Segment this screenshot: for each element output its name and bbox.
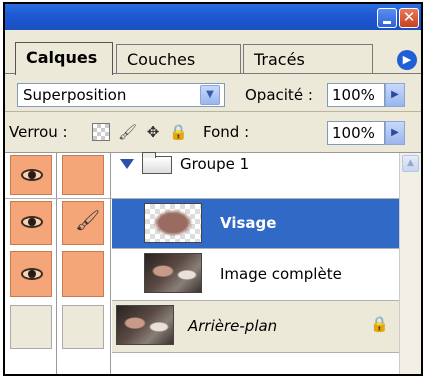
layers-scrollbar[interactable]: ▲ [399,153,421,374]
palette-menu-button[interactable]: ▶ [397,50,417,70]
tab-couches[interactable]: Couches [116,44,241,74]
link-toggle[interactable] [62,155,104,195]
layer-row-arriere-plan[interactable]: Arrière-plan 🔒 [112,301,399,353]
layers-list: Groupe 1 Visage 🖌 Image complète Arrière… [5,152,421,374]
tab-calques[interactable]: Calques [15,42,113,75]
visibility-toggle[interactable] [10,155,52,195]
lock-pixels-icon[interactable]: 🖌 [118,123,137,141]
title-bar[interactable]: ✕ [5,4,421,30]
lock-label: Verrou : [9,123,68,141]
layer-row-visage[interactable]: Visage [112,199,399,249]
close-button[interactable]: ✕ [399,8,419,28]
layer-name: Arrière-plan [188,317,278,335]
expand-triangle-icon[interactable] [120,159,134,169]
visibility-toggle[interactable] [10,251,52,297]
arrow-right-icon: ▶ [391,127,399,138]
lock-all-icon[interactable]: 🔒 [169,123,188,141]
blend-mode-value: Superposition [23,86,127,104]
layer-name: Groupe 1 [180,155,250,173]
visibility-toggle[interactable] [10,201,52,245]
opacity-field[interactable]: 100% [327,83,385,107]
link-toggle[interactable] [62,305,104,349]
tab-traces[interactable]: Tracés [243,44,373,74]
link-toggle[interactable] [62,251,104,297]
lock-icon: 🔒 [370,315,389,333]
layer-name: Visage [220,214,277,232]
layer-name: Image complète [220,265,342,283]
fill-field[interactable]: 100% [327,121,385,145]
layer-row-image-complete[interactable]: Image complète [112,249,399,301]
blend-row: Superposition ▼ Opacité : 100% ▶ [5,74,421,112]
eye-icon [21,169,43,181]
fill-slider-button[interactable]: ▶ [385,121,405,145]
eye-icon [21,216,43,228]
arrow-right-icon: ▶ [391,89,399,100]
minimize-button[interactable] [377,8,397,28]
fill-label: Fond : [203,123,250,141]
palette-tabs: Calques Couches Tracés ▶ [5,30,421,75]
layer-row-groupe-1[interactable]: Groupe 1 [5,152,421,199]
layer-content: Groupe 1 [112,152,399,199]
layer-thumbnail [144,203,202,243]
eye-icon [21,268,43,280]
close-icon: ✕ [402,8,416,26]
visibility-toggle[interactable] [10,305,52,349]
chevron-down-icon[interactable]: ▼ [200,85,220,105]
link-toggle[interactable]: 🖌 [62,201,104,245]
lock-row: Verrou : 🖌 ✥ 🔒 Fond : 100% ▶ [5,112,421,153]
layers-palette: ✕ Calques Couches Tracés ▶ Superposition… [3,2,423,376]
layer-thumbnail [144,253,202,293]
folder-icon [142,152,172,174]
chevron-up-icon: ▲ [407,158,414,168]
lock-transparency-icon[interactable] [92,123,110,141]
scroll-up-button[interactable]: ▲ [402,155,419,172]
opacity-slider-button[interactable]: ▶ [385,83,405,107]
layer-thumbnail [116,305,174,345]
arrow-right-icon: ▶ [402,53,412,66]
opacity-label: Opacité : [245,86,313,104]
lock-position-icon[interactable]: ✥ [144,123,162,141]
brush-icon: 🖌 [75,208,101,232]
blend-mode-select[interactable]: Superposition ▼ [17,83,225,107]
